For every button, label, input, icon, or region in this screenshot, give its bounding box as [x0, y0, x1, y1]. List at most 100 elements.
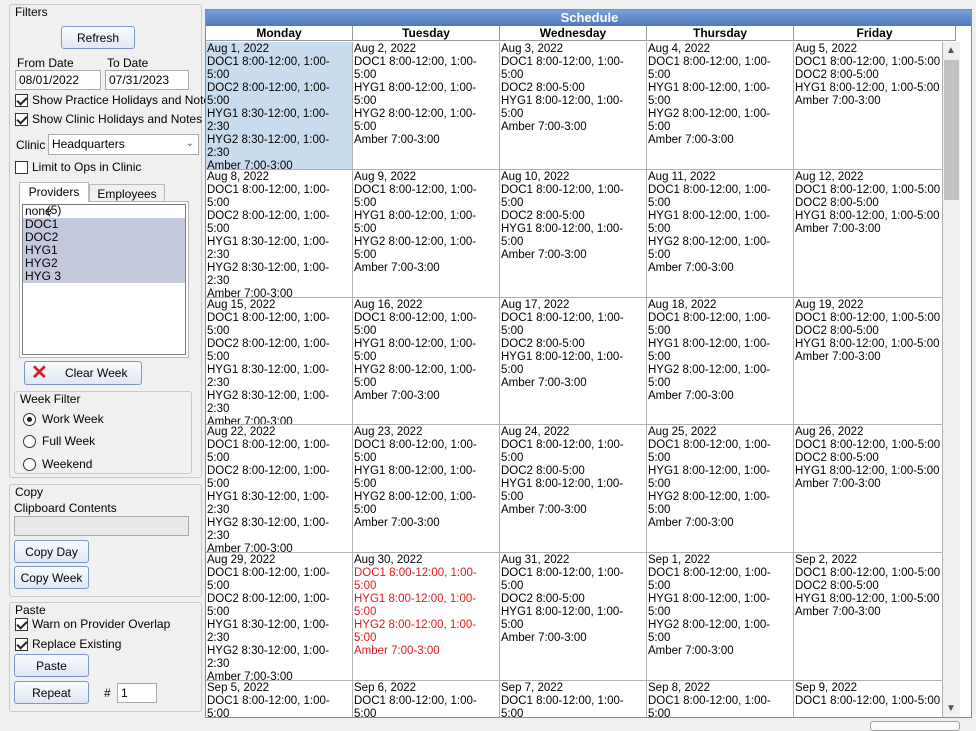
- cell-schedule-entry: DOC1 8:00-12:00, 1:00-5:00: [354, 695, 477, 718]
- schedule-day-cell[interactable]: Aug 2, 2022 DOC1 8:00-12:00, 1:00-5:00 HYG…: [353, 42, 500, 170]
- checkbox-unchecked-icon: [15, 160, 28, 174]
- cell-schedule-entry: DOC1 8:00-12:00, 1:00-5:00: [795, 56, 941, 68]
- schedule-day-cell[interactable]: Aug 30, 2022 DOC1 8:00-12:00, 1:00-5:00 HY…: [353, 553, 500, 681]
- repeat-count-field[interactable]: 1: [117, 683, 157, 703]
- cell-date: Aug 5, 2022: [795, 43, 858, 55]
- cell-schedule-entry: HYG2 8:00-12:00, 1:00-5:00: [648, 108, 771, 133]
- cell-schedule-entry: Amber 7:00-3:00: [501, 504, 587, 516]
- resize-grip[interactable]: [870, 721, 960, 731]
- repeat-button[interactable]: Repeat: [14, 681, 89, 704]
- clinic-select[interactable]: Headquarters ⌄: [48, 134, 199, 155]
- schedule-day-cell[interactable]: Aug 25, 2022 DOC1 8:00-12:00, 1:00-5:00 HY…: [647, 425, 794, 553]
- cell-schedule-entry: DOC1 8:00-12:00, 1:00-5:00: [207, 184, 330, 209]
- weekend-radio[interactable]: Weekend: [23, 457, 92, 471]
- cell-schedule-entry: Amber 7:00-3:00: [501, 377, 587, 389]
- checkbox-checked-icon: [15, 93, 28, 107]
- schedule-day-cell[interactable]: Aug 5, 2022 DOC1 8:00-12:00, 1:00-5:00 DOC…: [794, 42, 943, 170]
- show-clinic-holidays-checkbox[interactable]: Show Clinic Holidays and Notes: [15, 112, 202, 126]
- schedule-day-cell[interactable]: Aug 11, 2022 DOC1 8:00-12:00, 1:00-5:00 HY…: [647, 170, 794, 298]
- cell-schedule-entry: HYG1 8:30-12:00, 1:00-2:30: [207, 236, 330, 261]
- cell-schedule-entry: DOC1 8:00-12:00, 1:00-5:00: [648, 312, 771, 337]
- schedule-day-cell[interactable]: Aug 10, 2022 DOC1 8:00-12:00, 1:00-5:00 DO…: [500, 170, 647, 298]
- refresh-button[interactable]: Refresh: [61, 26, 135, 49]
- cell-schedule-entry: DOC1 8:00-12:00, 1:00-5:00: [648, 56, 771, 81]
- vertical-scrollbar[interactable]: ▲ ▼: [943, 42, 960, 717]
- cell-schedule-entry: Amber 7:00-3:00: [501, 121, 587, 133]
- cell-schedule-entry: DOC1 8:00-12:00, 1:00-5:00: [795, 439, 941, 451]
- warn-overlap-checkbox[interactable]: Warn on Provider Overlap: [15, 617, 170, 631]
- cell-schedule-entry: Amber 7:00-3:00: [354, 390, 440, 402]
- schedule-day-cell[interactable]: Aug 18, 2022 DOC1 8:00-12:00, 1:00-5:00 HY…: [647, 298, 794, 425]
- cell-date: Aug 12, 2022: [795, 171, 864, 183]
- schedule-day-cell[interactable]: Aug 15, 2022 DOC1 8:00-12:00, 1:00-5:00 DO…: [206, 298, 353, 425]
- schedule-day-cell[interactable]: Aug 31, 2022 DOC1 8:00-12:00, 1:00-5:00 DO…: [500, 553, 647, 681]
- clear-week-button[interactable]: ✕ Clear Week: [24, 361, 142, 385]
- schedule-day-cell[interactable]: Sep 6, 2022 DOC1 8:00-12:00, 1:00-5:00: [353, 681, 500, 718]
- schedule-day-cell[interactable]: Aug 26, 2022 DOC1 8:00-12:00, 1:00-5:00 DO…: [794, 425, 943, 553]
- scroll-down-icon[interactable]: ▼: [946, 704, 956, 714]
- work-week-label: Work Week: [42, 412, 104, 426]
- list-item[interactable]: HYG 3: [23, 270, 185, 283]
- tab-providers[interactable]: Providers (5): [19, 182, 89, 217]
- cell-schedule-entry: Amber 7:00-3:00: [207, 288, 293, 298]
- from-date-field[interactable]: 08/01/2022: [15, 70, 101, 90]
- cell-schedule-entry: Amber 7:00-3:00: [207, 671, 293, 681]
- replace-existing-checkbox[interactable]: Replace Existing: [15, 637, 121, 651]
- cell-schedule-entry: HYG2 8:00-12:00, 1:00-5:00: [648, 619, 771, 644]
- limit-ops-checkbox[interactable]: Limit to Ops in Clinic: [15, 160, 141, 174]
- cell-schedule-entry: DOC2 8:00-5:00: [501, 210, 585, 222]
- cell-date: Sep 5, 2022: [207, 682, 270, 694]
- cell-schedule-entry: DOC1 8:00-12:00, 1:00-5:00: [354, 567, 477, 592]
- schedule-day-cell[interactable]: Sep 5, 2022 DOC1 8:00-12:00, 1:00-5:00: [206, 681, 353, 717]
- cell-date: Aug 8, 2022: [207, 171, 270, 183]
- cell-schedule-entry: DOC1 8:00-12:00, 1:00-5:00: [795, 312, 941, 324]
- cell-schedule-entry: HYG1 8:00-12:00, 1:00-5:00: [648, 465, 771, 490]
- copy-title: Copy: [15, 485, 44, 499]
- cell-date: Aug 31, 2022: [501, 554, 570, 566]
- show-practice-holidays-checkbox[interactable]: Show Practice Holidays and Notes: [15, 93, 216, 107]
- cell-schedule-entry: Amber 7:00-3:00: [354, 517, 440, 529]
- cell-schedule-entry: HYG2 8:00-12:00, 1:00-5:00: [648, 491, 771, 516]
- schedule-day-cell[interactable]: Sep 9, 2022 DOC1 8:00-12:00, 1:00-5:00: [794, 681, 943, 717]
- cell-schedule-entry: HYG1 8:00-12:00, 1:00-5:00: [354, 82, 477, 107]
- schedule-day-cell[interactable]: Aug 22, 2022 DOC1 8:00-12:00, 1:00-5:00 DO…: [206, 425, 353, 553]
- cell-schedule-entry: DOC1 8:00-12:00, 1:00-5:00: [795, 184, 941, 196]
- work-week-radio[interactable]: Work Week: [23, 412, 104, 426]
- schedule-day-cell[interactable]: Sep 1, 2022 DOC1 8:00-12:00, 1:00-5:00 HYG…: [647, 553, 794, 681]
- schedule-day-cell[interactable]: Aug 8, 2022 DOC1 8:00-12:00, 1:00-5:00 DOC…: [206, 170, 353, 298]
- schedule-day-cell[interactable]: Aug 1, 2022 DOC1 8:00-12:00, 1:00-5:00 DOC…: [206, 42, 353, 170]
- schedule-day-cell[interactable]: Aug 3, 2022 DOC1 8:00-12:00, 1:00-5:00 DOC…: [500, 42, 647, 170]
- cell-schedule-entry: HYG1 8:00-12:00, 1:00-5:00: [354, 465, 477, 490]
- cell-date: Aug 23, 2022: [354, 426, 423, 438]
- schedule-day-cell[interactable]: Aug 24, 2022 DOC1 8:00-12:00, 1:00-5:00 DO…: [500, 425, 647, 553]
- schedule-day-cell[interactable]: Aug 9, 2022 DOC1 8:00-12:00, 1:00-5:00 HYG…: [353, 170, 500, 298]
- copy-day-button[interactable]: Copy Day: [14, 540, 89, 563]
- cell-schedule-entry: HYG1 8:00-12:00, 1:00-5:00: [501, 223, 624, 248]
- schedule-day-cell[interactable]: Aug 19, 2022 DOC1 8:00-12:00, 1:00-5:00 DO…: [794, 298, 943, 425]
- schedule-day-cell[interactable]: Sep 7, 2022 DOC1 8:00-12:00, 1:00-5:00: [500, 681, 647, 717]
- full-week-radio[interactable]: Full Week: [23, 434, 95, 448]
- clear-x-icon: ✕: [31, 362, 48, 384]
- cell-schedule-entry: Amber 7:00-3:00: [795, 223, 881, 235]
- tab-employees[interactable]: Employees (4): [89, 184, 165, 219]
- cell-schedule-entry: DOC1 8:00-12:00, 1:00-5:00: [354, 312, 477, 337]
- schedule-day-cell[interactable]: Aug 17, 2022 DOC1 8:00-12:00, 1:00-5:00 DO…: [500, 298, 647, 425]
- cell-schedule-entry: DOC2 8:00-5:00: [501, 465, 585, 477]
- schedule-day-cell[interactable]: Aug 16, 2022 DOC1 8:00-12:00, 1:00-5:00 HY…: [353, 298, 500, 425]
- paste-button[interactable]: Paste: [14, 654, 89, 677]
- to-date-field[interactable]: 07/31/2023: [105, 70, 189, 90]
- providers-list[interactable]: none DOC1 DOC2 HYG1 HYG2 HYG 3: [22, 204, 186, 355]
- schedule-day-cell[interactable]: Aug 29, 2022 DOC1 8:00-12:00, 1:00-5:00 DO…: [206, 553, 353, 681]
- schedule-day-cell[interactable]: Aug 23, 2022 DOC1 8:00-12:00, 1:00-5:00 HY…: [353, 425, 500, 553]
- day-header-friday: Friday: [794, 26, 956, 41]
- scroll-up-icon[interactable]: ▲: [946, 46, 956, 56]
- copy-week-button[interactable]: Copy Week: [14, 566, 89, 589]
- schedule-day-cell[interactable]: Aug 12, 2022 DOC1 8:00-12:00, 1:00-5:00 DO…: [794, 170, 943, 298]
- schedule-day-cell[interactable]: Aug 4, 2022 DOC1 8:00-12:00, 1:00-5:00 HYG…: [647, 42, 794, 170]
- cell-schedule-entry: Amber 7:00-3:00: [354, 645, 440, 657]
- cell-schedule-entry: DOC2 8:00-5:00: [795, 325, 879, 337]
- schedule-day-cell[interactable]: Sep 2, 2022 DOC1 8:00-12:00, 1:00-5:00 DOC…: [794, 553, 943, 681]
- day-header-thursday: Thursday: [647, 26, 794, 41]
- schedule-day-cell[interactable]: Sep 8, 2022 DOC1 8:00-12:00, 1:00-5:00: [647, 681, 794, 717]
- scroll-thumb[interactable]: [944, 60, 959, 200]
